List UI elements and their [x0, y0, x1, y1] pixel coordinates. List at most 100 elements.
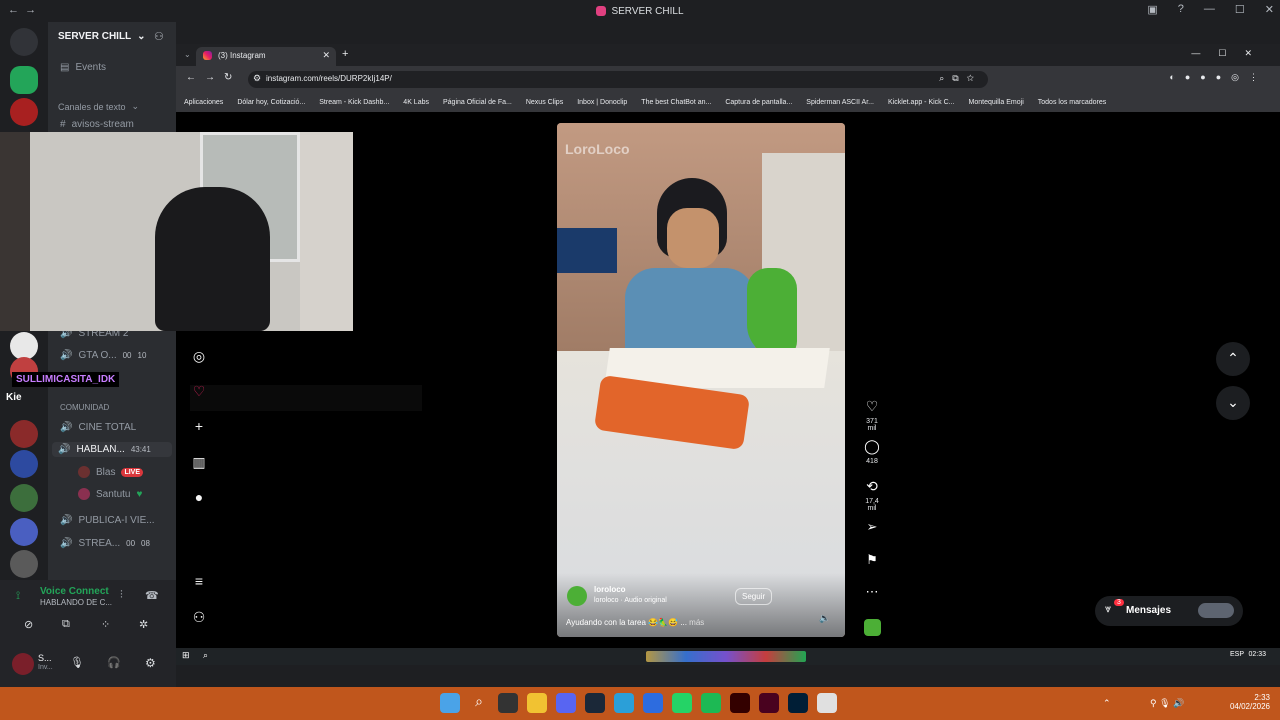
- settings-gear-icon[interactable]: ⚙: [145, 656, 156, 670]
- screen-share-icon[interactable]: ⧉: [62, 618, 70, 631]
- activities-icon[interactable]: ⁘: [101, 618, 110, 631]
- app-icon[interactable]: [643, 693, 663, 713]
- server-icon-d[interactable]: [10, 450, 38, 478]
- channel-avisos-stream[interactable]: # avisos-stream: [60, 119, 134, 130]
- self-avatar[interactable]: [12, 653, 34, 675]
- task-view-icon[interactable]: [498, 693, 518, 713]
- camera-off-icon[interactable]: ⊘: [24, 618, 33, 631]
- author-username[interactable]: loroloco: [594, 585, 626, 594]
- inbox-icon[interactable]: ▣: [1147, 3, 1157, 16]
- edge-icon[interactable]: [614, 693, 634, 713]
- close-icon[interactable]: ✕: [1265, 3, 1274, 16]
- language-indicator[interactable]: ESP: [1230, 651, 1244, 658]
- chrome-icon[interactable]: [817, 693, 837, 713]
- voice-channel-hablan[interactable]: 🔊 HABLAN... 43:41: [52, 442, 172, 457]
- bookmark[interactable]: 4K Labs: [403, 99, 429, 106]
- follow-button[interactable]: Seguir: [735, 588, 773, 605]
- illustrator-icon[interactable]: [730, 693, 750, 713]
- new-tab-icon[interactable]: +: [342, 48, 348, 60]
- explore-icon[interactable]: ◎: [190, 348, 208, 366]
- more-link[interactable]: más: [689, 618, 704, 627]
- whatsapp-icon[interactable]: [672, 693, 692, 713]
- search-icon[interactable]: ⌕: [469, 693, 489, 713]
- audio-thumbnail[interactable]: [864, 619, 881, 636]
- server-icon-g[interactable]: [10, 550, 38, 578]
- file-explorer-icon[interactable]: [527, 693, 547, 713]
- share-icon[interactable]: ➢: [862, 519, 882, 535]
- bookmark[interactable]: Aplicaciones: [184, 99, 223, 106]
- maximize-icon[interactable]: ☐: [1235, 3, 1245, 16]
- meta-apps-icon[interactable]: ⚇: [190, 609, 208, 627]
- discord-icon[interactable]: [556, 693, 576, 713]
- voice-user-santutu[interactable]: Santutu ♥: [78, 488, 142, 500]
- previous-reel-button[interactable]: ⌃: [1216, 342, 1250, 376]
- create-plus-icon[interactable]: +: [190, 418, 208, 436]
- all-bookmarks-folder[interactable]: Todos los marcadores: [1038, 99, 1106, 106]
- author-avatar[interactable]: [567, 586, 587, 606]
- clock[interactable]: 2:33 04/02/2026: [1226, 693, 1270, 711]
- microphone-icon[interactable]: 🎙: [70, 656, 84, 669]
- url-actions[interactable]: ⌕⧉☆: [939, 73, 982, 84]
- url-input[interactable]: ⚙ instagram.com/reels/DURP2kIj14P/ ⌕⧉☆: [248, 71, 988, 88]
- like-button[interactable]: ♡ 371 mil: [862, 398, 882, 432]
- voice-channel-cine[interactable]: 🔊 CINE TOTAL: [60, 422, 136, 433]
- category-comunidad[interactable]: COMUNIDAD: [60, 403, 109, 412]
- menu-icon[interactable]: ≡: [190, 573, 208, 591]
- bookmark[interactable]: Montequilla Emoji: [969, 99, 1024, 106]
- server-icon-a[interactable]: [10, 332, 38, 360]
- server-green-icon[interactable]: [10, 66, 38, 94]
- dashboard-icon[interactable]: ▥: [190, 454, 208, 472]
- comment-button[interactable]: ◯ 418: [862, 438, 882, 465]
- tab-close-icon[interactable]: ✕: [322, 50, 330, 61]
- browser-window-controls[interactable]: —☐✕: [1191, 48, 1270, 59]
- category-text-channels[interactable]: Canales de texto ⌄: [58, 101, 139, 112]
- add-friend-icon[interactable]: ⚇: [154, 30, 164, 43]
- messages-button[interactable]: ⩔ 3 Mensajes: [1095, 596, 1243, 626]
- help-icon[interactable]: ?: [1178, 3, 1184, 16]
- bookmark[interactable]: Página Oficial de Fa...: [443, 99, 512, 106]
- bookmark[interactable]: The best ChatBot an...: [641, 99, 711, 106]
- back-forward-icons[interactable]: ← →: [8, 4, 36, 16]
- bookmark[interactable]: Nexus Clips: [526, 99, 563, 106]
- soundboard-icon[interactable]: ✲: [139, 618, 148, 631]
- notifications-heart-icon[interactable]: ♡: [190, 383, 208, 401]
- tray-overflow-icon[interactable]: ⌃: [1103, 698, 1111, 709]
- audio-label[interactable]: loroloco · Audio original: [594, 597, 667, 604]
- server-name[interactable]: SERVER CHILL ⌄: [58, 31, 146, 42]
- start-icon[interactable]: [440, 693, 460, 713]
- bookmark[interactable]: Spiderman ASCII Ar...: [806, 99, 874, 106]
- noise-suppression-icon[interactable]: ⫶: [120, 589, 123, 602]
- voice-channel-strea[interactable]: 🔊 STREA... 00 08: [60, 538, 150, 549]
- server-icon-f[interactable]: [10, 518, 38, 546]
- inner-clock[interactable]: 02:33: [1248, 651, 1266, 658]
- disconnect-icon[interactable]: ☎: [145, 589, 159, 602]
- mute-icon[interactable]: 🔈: [819, 613, 830, 624]
- tray-icons[interactable]: ⚲ 🎙 🔊: [1150, 698, 1184, 709]
- bookmark[interactable]: Stream - Kick Dashb...: [319, 99, 389, 106]
- window-controls[interactable]: ▣? — ☐ ✕: [1147, 3, 1274, 16]
- next-reel-button[interactable]: ⌄: [1216, 386, 1250, 420]
- bookmark[interactable]: Captura de pantalla...: [725, 99, 792, 106]
- voice-channel-sub[interactable]: HABLANDO DE C...: [40, 598, 112, 607]
- voice-channel-gta[interactable]: 🔊 GTA O... 00 10: [60, 350, 146, 361]
- more-options-icon[interactable]: ⋯: [862, 584, 882, 600]
- site-info-icon[interactable]: ⚙: [253, 73, 261, 84]
- bookmark[interactable]: Inbox | Donoclip: [577, 99, 627, 106]
- headphones-icon[interactable]: 🎧: [107, 656, 121, 669]
- extension-icons[interactable]: ◐●●●◎⋮: [1169, 72, 1268, 83]
- tab-search-icon[interactable]: ⌄: [184, 50, 191, 59]
- search-icon[interactable]: ⌕: [203, 650, 208, 661]
- reel-video[interactable]: LoroLoco loroloco loroloco · Audio origi…: [557, 123, 845, 637]
- nav-notifications-row[interactable]: [190, 385, 422, 411]
- profile-avatar-icon[interactable]: ●: [190, 489, 208, 507]
- steam-icon[interactable]: [585, 693, 605, 713]
- channel-events[interactable]: ▤ Events: [60, 62, 106, 73]
- discord-home-icon[interactable]: [10, 28, 38, 56]
- photoshop-icon[interactable]: [788, 693, 808, 713]
- server-icon-c[interactable]: [10, 420, 38, 448]
- server-red-icon[interactable]: [10, 98, 38, 126]
- save-icon[interactable]: ⚑: [862, 552, 882, 568]
- server-icon-e[interactable]: [10, 484, 38, 512]
- repost-button[interactable]: ⟲ 17,4 mil: [862, 478, 882, 512]
- voice-user-blas[interactable]: Blas LIVE: [78, 466, 144, 478]
